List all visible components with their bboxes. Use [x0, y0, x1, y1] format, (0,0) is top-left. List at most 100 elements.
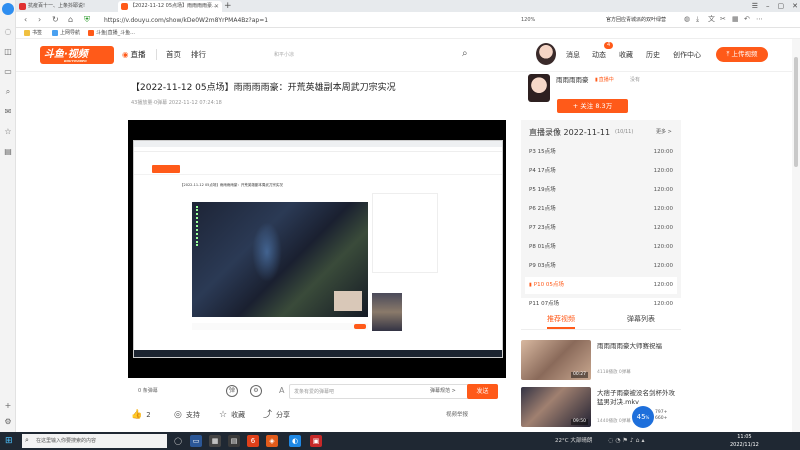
task-view-icon[interactable]: ◯	[172, 435, 184, 447]
refresh-icon[interactable]: ↻	[52, 14, 59, 26]
playlist-more-link[interactable]: 更多 >	[656, 129, 672, 136]
tab-douyu-video[interactable]: 【2022-11-12 05点场】雨雨雨雨豪… ✕	[118, 1, 222, 12]
thumbs-up-icon: 👍	[131, 410, 143, 420]
notes-icon[interactable]: ▤	[3, 148, 13, 158]
settings-icon[interactable]: ⚙	[3, 418, 13, 428]
download-icon[interactable]: ⤓	[696, 15, 704, 23]
app-icon[interactable]: 6	[247, 435, 259, 447]
frame-recommendations	[372, 293, 402, 331]
author-avatar[interactable]	[528, 74, 550, 102]
playlist-item[interactable]: P4 17点场 120:00	[525, 163, 677, 180]
secure-shield-icon[interactable]: ⛨	[84, 14, 90, 26]
site-header: 斗鱼·视频DOUYUVIDEO 直播 首页 排行 和平小凉 ⌕ 消息 动态 4 …	[16, 39, 792, 72]
recommended-video[interactable]: 00:27 雨雨雨雨豪大师赛祝福 4118播放 0弹幕	[521, 340, 681, 384]
dynamics-link[interactable]: 动态	[592, 51, 606, 60]
grid-icon[interactable]: ▦	[732, 15, 740, 23]
home-icon[interactable]: ⌂	[68, 14, 73, 26]
tab-bar: 抗疫百十一、上条抖耶说! 【2022-11-12 05点场】雨雨雨雨豪… ✕ +…	[16, 0, 800, 12]
messages-link[interactable]: 消息	[566, 51, 580, 60]
playlist-item[interactable]: P9 03点场 120:00	[525, 258, 677, 275]
new-tab-icon[interactable]: +	[224, 0, 232, 12]
browser-logo-icon[interactable]	[2, 3, 14, 15]
weather-widget[interactable]: 22°C 大部晴朗	[555, 437, 592, 445]
forward-icon[interactable]: ›	[38, 14, 41, 26]
url-field[interactable]: https://v.douyu.com/show/kDe0W2m8YrPMA4B…	[104, 15, 268, 26]
creator-center-link[interactable]: 创作中心	[673, 51, 701, 60]
report-link[interactable]: 视频举报	[446, 411, 468, 420]
support-button[interactable]: ◎ 支持	[174, 411, 200, 420]
search-icon[interactable]: ⌕	[462, 48, 468, 59]
bookmark-item[interactable]: 斗鱼|直播_斗鱼...	[88, 28, 135, 39]
system-tray-icons[interactable]: ◌◔⚑♪⌂▴	[608, 437, 647, 445]
send-danmaku-button[interactable]: 发送	[467, 384, 498, 399]
playlist-item[interactable]: P3 15点场 120:00	[525, 144, 677, 161]
upload-video-button[interactable]: ⤒ 上传视频	[716, 47, 768, 62]
nav-live[interactable]: 直播	[122, 50, 146, 60]
search-icon[interactable]: ⌕	[3, 88, 13, 98]
danmaku-settings-icon[interactable]: ⚙	[250, 385, 262, 397]
playlist-item-duration: 120:00	[653, 244, 673, 250]
windows-start-icon[interactable]: ⊞	[5, 436, 13, 446]
favorite-button[interactable]: ☆ 收藏	[219, 411, 245, 420]
scrollbar-thumb[interactable]	[794, 57, 798, 167]
app-icon[interactable]: ▣	[310, 435, 322, 447]
nav-home[interactable]: 首页	[166, 50, 181, 60]
playlist-item[interactable]: P6 21点场 120:00	[525, 201, 677, 218]
extension-icon[interactable]: ◍	[684, 15, 692, 23]
browser-taskbar-icon[interactable]: ◐	[289, 435, 301, 447]
file-manager-icon[interactable]: ▭	[190, 435, 202, 447]
webcam-overlay	[334, 291, 362, 311]
undo-icon[interactable]: ↶	[744, 15, 752, 23]
search-input[interactable]: 和平小凉	[274, 51, 294, 59]
star-icon[interactable]: ☆	[3, 128, 13, 138]
back-icon[interactable]: ‹	[24, 14, 27, 26]
close-window-icon[interactable]: ✕	[792, 0, 798, 12]
chat-icon[interactable]: ◌	[3, 28, 13, 38]
douyu-logo[interactable]: 斗鱼·视频 DOUYUVIDEO	[40, 46, 114, 64]
close-tab-icon[interactable]: ✕	[214, 1, 219, 12]
menu-icon[interactable]: ☰	[752, 0, 758, 12]
bookmark-item[interactable]: 书签	[24, 28, 42, 39]
font-style-icon[interactable]: A	[279, 387, 284, 395]
video-icon[interactable]: ▭	[3, 68, 13, 78]
mail-icon[interactable]: ✉	[3, 108, 13, 118]
screenshot-icon[interactable]: ✂	[720, 15, 728, 23]
playlist-item[interactable]: P7 23点场 120:00	[525, 220, 677, 237]
frame-taskbar	[134, 350, 502, 357]
address-promo[interactable]: 官方回应青城派的双叶绿营	[606, 15, 666, 26]
recommended-video[interactable]: 09:50 大痞子雨豪被没名剑杯外攻猛男对决.mkv 1440播放 0弹幕	[521, 387, 681, 431]
app-icon[interactable]: ◈	[266, 435, 278, 447]
page-scrollbar[interactable]	[792, 39, 800, 432]
maximize-icon[interactable]: ▢	[778, 0, 785, 12]
nav-rank[interactable]: 排行	[191, 50, 206, 60]
more-icon[interactable]: ⋯	[756, 15, 764, 23]
tab-danmaku-list[interactable]: 弹幕列表	[627, 315, 655, 324]
playlist-item[interactable]: P5 19点场 120:00	[525, 182, 677, 199]
history-link[interactable]: 历史	[646, 51, 660, 60]
add-icon[interactable]: +	[3, 402, 13, 412]
share-button[interactable]: ⤴ 分享	[263, 411, 290, 420]
like-button[interactable]: 👍 2	[131, 411, 151, 420]
app-icon[interactable]: ▦	[209, 435, 221, 447]
shopping-icon[interactable]: ◫	[3, 48, 13, 58]
zoom-level[interactable]: 120%	[521, 15, 535, 26]
danmaku-rules-link[interactable]: 弹幕规范 >	[430, 388, 456, 394]
clock[interactable]: 11:05 2022/11/12	[730, 433, 759, 449]
bookmark-item[interactable]: 上网导航	[52, 28, 80, 39]
favorites-link[interactable]: 收藏	[619, 51, 633, 60]
tab-recommended[interactable]: 推荐视频	[547, 315, 575, 329]
minimize-icon[interactable]: –	[766, 0, 770, 12]
author-name[interactable]: 雨雨雨雨豪	[556, 76, 589, 85]
live-status-badge[interactable]: 直播中	[595, 77, 614, 84]
user-avatar[interactable]	[536, 43, 556, 65]
danmaku-toggle-icon[interactable]: 弹	[226, 385, 238, 397]
tab-news[interactable]: 抗疫百十一、上条抖耶说!	[16, 1, 116, 12]
follow-button[interactable]: + 关注 8.3万	[557, 99, 628, 113]
taskbar-search[interactable]: ⌕ 在这里输入你要搜索的内容	[22, 434, 167, 448]
danmaku-input[interactable]: 发条有爱的弹幕吧	[289, 384, 492, 399]
network-speed-widget[interactable]: 45%	[632, 406, 654, 428]
playlist-item[interactable]: P8 01点场 120:00	[525, 239, 677, 256]
translate-icon[interactable]: 文	[708, 15, 716, 23]
app-icon[interactable]: ▤	[228, 435, 240, 447]
playlist-item[interactable]: P10 05点场 120:00	[525, 277, 677, 294]
